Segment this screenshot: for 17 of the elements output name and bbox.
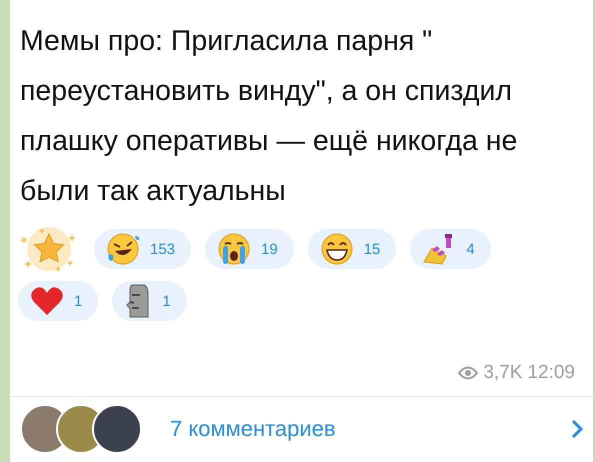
reaction-button[interactable]: 153 <box>94 229 192 269</box>
chevron-right-icon <box>571 419 583 439</box>
comments-link[interactable]: 7 комментариев <box>170 416 571 442</box>
reaction-button[interactable]: 1 <box>112 281 187 321</box>
view-count: 3,7K <box>483 362 522 384</box>
reaction-button[interactable]: 15 <box>308 229 396 269</box>
reaction-button[interactable]: 4 <box>410 229 491 269</box>
message-text: Мемы про: Пригласила парня " переустановить винду", а он спиздил плашку оперативы — ещё никогда не были так актуальны <box>19 24 518 209</box>
comments-row[interactable]: 7 комментариев <box>20 404 583 454</box>
reaction-button[interactable]: 19 <box>205 229 294 269</box>
crying-face-icon <box>217 232 252 266</box>
message-time: 12:09 <box>527 362 575 384</box>
reaction-button[interactable]: 1 <box>18 281 98 321</box>
eye-icon <box>458 366 478 380</box>
laughing-face-icon <box>106 232 140 266</box>
heart-icon <box>30 285 64 317</box>
grinning-face-icon <box>320 232 354 266</box>
